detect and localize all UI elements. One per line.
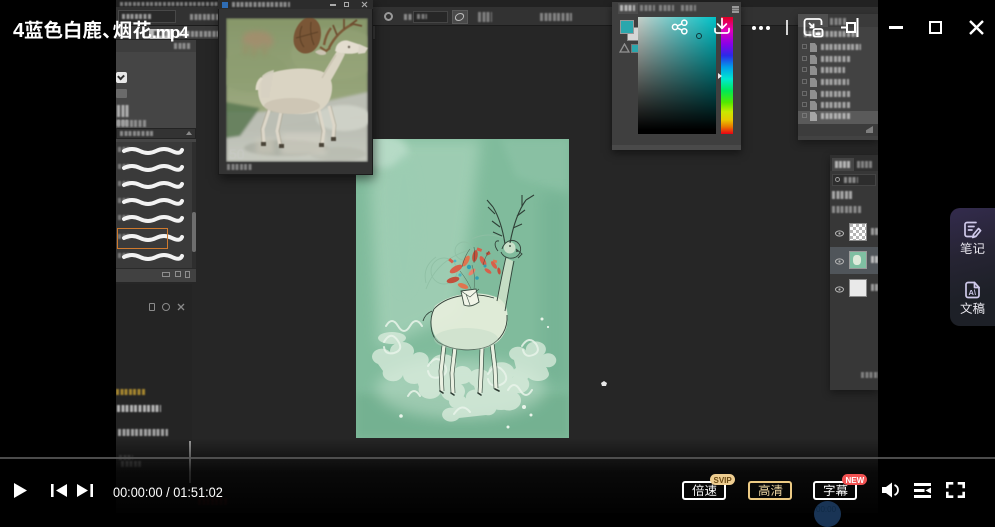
svg-text:A\: A\ bbox=[969, 288, 977, 297]
svg-text:50: 50 bbox=[229, 146, 245, 162]
